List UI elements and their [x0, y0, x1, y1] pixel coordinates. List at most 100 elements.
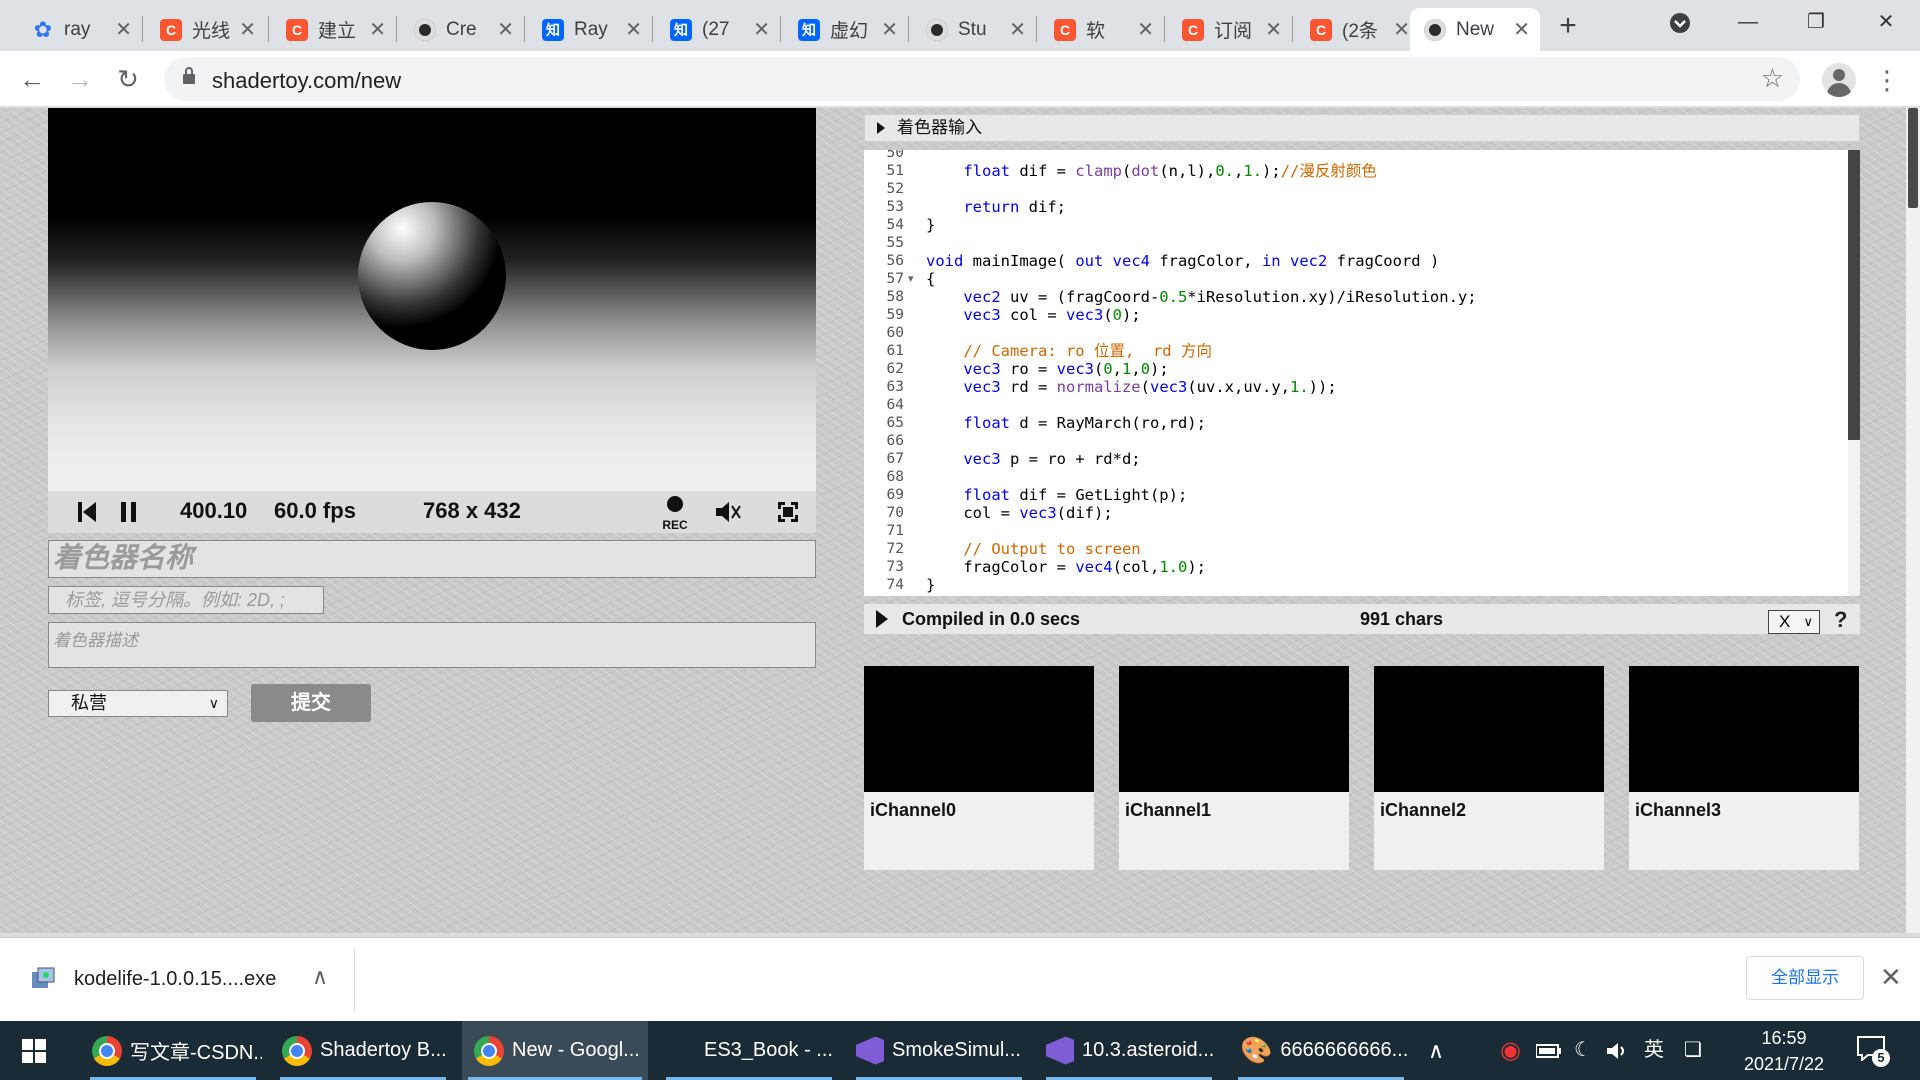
editor-options-select[interactable]: X ∨	[1768, 610, 1820, 634]
back-button[interactable]: ←	[12, 59, 52, 99]
reload-button[interactable]: ↻	[108, 59, 148, 99]
notification-center[interactable]: 5	[1856, 1035, 1890, 1067]
close-tab-icon[interactable]: ✕	[1137, 17, 1154, 42]
record-button[interactable]: REC	[658, 495, 692, 532]
code-line: vec2 uv = (fragCoord-0.5*iResolution.xy)…	[963, 288, 1477, 306]
restore-button[interactable]: ❐	[1782, 0, 1850, 46]
options-select-value: X	[1779, 612, 1791, 631]
tab-label: 订阅	[1214, 21, 1253, 42]
shadertoy-page: 400.10 60.0 fps 768 x 432 REC 着色器名称 标签, …	[0, 108, 1906, 933]
tab-4[interactable]: Cre ✕	[400, 8, 524, 51]
windows-start-icon[interactable]	[22, 1039, 46, 1063]
tab-11[interactable]: C (2条 ✕	[1296, 8, 1420, 51]
volume-mute-icon[interactable]	[714, 500, 742, 524]
volume-icon[interactable]	[1606, 1041, 1630, 1061]
compile-play-icon[interactable]	[876, 610, 888, 628]
shader-inputs-toggle[interactable]: 着色器输入	[864, 114, 1860, 142]
code-editor[interactable]: 50 51 float dif = clamp(dot(n,l),0.,1.);/…	[864, 150, 1860, 596]
taskbar-item-asteroid[interactable]: 10.3.asteroid...	[1040, 1021, 1218, 1080]
address-bar[interactable]: shadertoy.com/new ☆	[164, 57, 1800, 101]
zhihu-icon: 知	[670, 18, 692, 41]
taskbar-item-csdn[interactable]: 写文章-CSDN...	[84, 1021, 262, 1080]
tab-active-new[interactable]: New ✕	[1410, 8, 1540, 51]
taskbar-item-es3book[interactable]: ES3_Book - ...	[660, 1021, 838, 1080]
browser-menu-icon[interactable]: ⋮	[1874, 61, 1900, 99]
tab-5[interactable]: 知 Ray ✕	[528, 8, 652, 51]
description-input[interactable]: 着色器描述	[48, 622, 816, 668]
line-number: 56	[886, 253, 904, 269]
shader-name-input[interactable]: 着色器名称	[48, 540, 816, 578]
help-button[interactable]: ?	[1834, 607, 1847, 633]
close-tab-icon[interactable]: ✕	[881, 17, 898, 42]
tab-3[interactable]: C 建立 ✕	[272, 8, 396, 51]
visibility-select[interactable]: 私营 ∨	[48, 690, 228, 717]
close-tab-icon[interactable]: ✕	[625, 17, 642, 42]
close-tab-icon[interactable]: ✕	[369, 17, 386, 42]
tab-label: (27	[702, 18, 730, 40]
close-tab-icon[interactable]: ✕	[1265, 17, 1282, 42]
tab-7[interactable]: 知 虚幻 ✕	[784, 8, 908, 51]
tab-search-button[interactable]	[1646, 0, 1714, 46]
show-all-button[interactable]: 全部显示	[1746, 956, 1864, 1000]
pause-icon[interactable]	[120, 500, 138, 524]
page-scrollbar[interactable]	[1906, 108, 1920, 933]
close-tab-icon[interactable]: ✕	[753, 17, 770, 42]
taskbar-item-paint[interactable]: 🎨 6666666666...	[1232, 1021, 1410, 1080]
fold-arrow-icon[interactable]: ▾	[908, 272, 914, 285]
profile-avatar[interactable]	[1822, 63, 1856, 97]
forward-button[interactable]: →	[60, 59, 100, 99]
tags-input[interactable]: 标签, 逗号分隔。例如: 2D, ;	[48, 586, 324, 614]
editor-scrollbar[interactable]	[1848, 150, 1860, 596]
windows-taskbar: 写文章-CSDN... Shadertoy B... New - Googl..…	[0, 1021, 1920, 1080]
time-readout: 400.10	[180, 498, 248, 523]
close-tab-icon[interactable]: ✕	[239, 17, 256, 42]
channel-0[interactable]: iChannel0	[864, 666, 1094, 870]
code-line: float dif = GetLight(p);	[963, 486, 1188, 504]
tab-1[interactable]: ✿ ray ✕	[18, 8, 142, 51]
ime-grid-icon[interactable]: ❏	[1684, 1021, 1702, 1080]
taskbar-label: Shadertoy B...	[320, 1039, 447, 1061]
ime-language[interactable]: 英	[1644, 1021, 1664, 1080]
download-bar: kodelife-1.0.0.15....exe ∧ 全部显示 ✕	[0, 937, 1920, 1021]
chevron-up-icon[interactable]: ∧	[312, 964, 328, 990]
channel-2[interactable]: iChannel2	[1374, 666, 1604, 870]
wifi-icon[interactable]: ☾	[1574, 1021, 1592, 1080]
minimize-button[interactable]: —	[1714, 0, 1782, 46]
close-tab-icon[interactable]: ✕	[1393, 17, 1410, 42]
taskbar-item-smokesim[interactable]: SmokeSimul...	[850, 1021, 1028, 1080]
shadertoy-icon	[414, 18, 436, 41]
editor-scrollbar-thumb[interactable]	[1848, 150, 1860, 440]
taskbar-item-new-chrome[interactable]: New - Googl...	[462, 1021, 648, 1080]
new-tab-button[interactable]: +	[1550, 8, 1586, 44]
red-app-tray-icon[interactable]: ◉	[1500, 1021, 1521, 1080]
channel-3[interactable]: iChannel3	[1629, 666, 1859, 870]
tab-separator	[908, 16, 909, 42]
battery-icon[interactable]	[1536, 1043, 1562, 1059]
submit-button[interactable]: 提交	[251, 684, 371, 722]
show-hidden-icons[interactable]: ∧	[1428, 1021, 1444, 1080]
system-clock[interactable]: 16:59 2021/7/22	[1724, 1025, 1844, 1077]
tab-search-icon	[1670, 13, 1690, 33]
close-tab-icon[interactable]: ✕	[497, 17, 514, 42]
taskbar-label: 写文章-CSDN...	[130, 1042, 262, 1064]
code-line: vec3 ro = vec3(0,1,0);	[963, 360, 1169, 378]
bookmark-star-icon[interactable]: ☆	[1761, 63, 1784, 94]
close-window-button[interactable]: ✕	[1852, 0, 1920, 46]
close-download-bar-icon[interactable]: ✕	[1880, 962, 1902, 993]
tab-8[interactable]: Stu ✕	[912, 8, 1036, 51]
channel-1[interactable]: iChannel1	[1119, 666, 1349, 870]
shader-viewport[interactable]	[48, 108, 816, 491]
tab-9[interactable]: C 软 ✕	[1040, 8, 1164, 51]
taskbar-item-shadertoy[interactable]: Shadertoy B...	[274, 1021, 452, 1080]
close-tab-icon[interactable]: ✕	[1513, 17, 1530, 42]
page-scrollbar-thumb[interactable]	[1908, 108, 1918, 208]
line-number: 61	[886, 343, 904, 359]
fullscreen-icon[interactable]	[776, 500, 800, 524]
tab-2[interactable]: C 光线 ✕	[146, 8, 266, 51]
close-tab-icon[interactable]: ✕	[115, 17, 132, 42]
rewind-icon[interactable]	[78, 500, 98, 524]
tab-10[interactable]: C 订阅 ✕	[1168, 8, 1292, 51]
tab-6[interactable]: 知 (27 ✕	[656, 8, 780, 51]
download-filename[interactable]: kodelife-1.0.0.15....exe	[74, 968, 276, 991]
close-tab-icon[interactable]: ✕	[1009, 17, 1026, 42]
